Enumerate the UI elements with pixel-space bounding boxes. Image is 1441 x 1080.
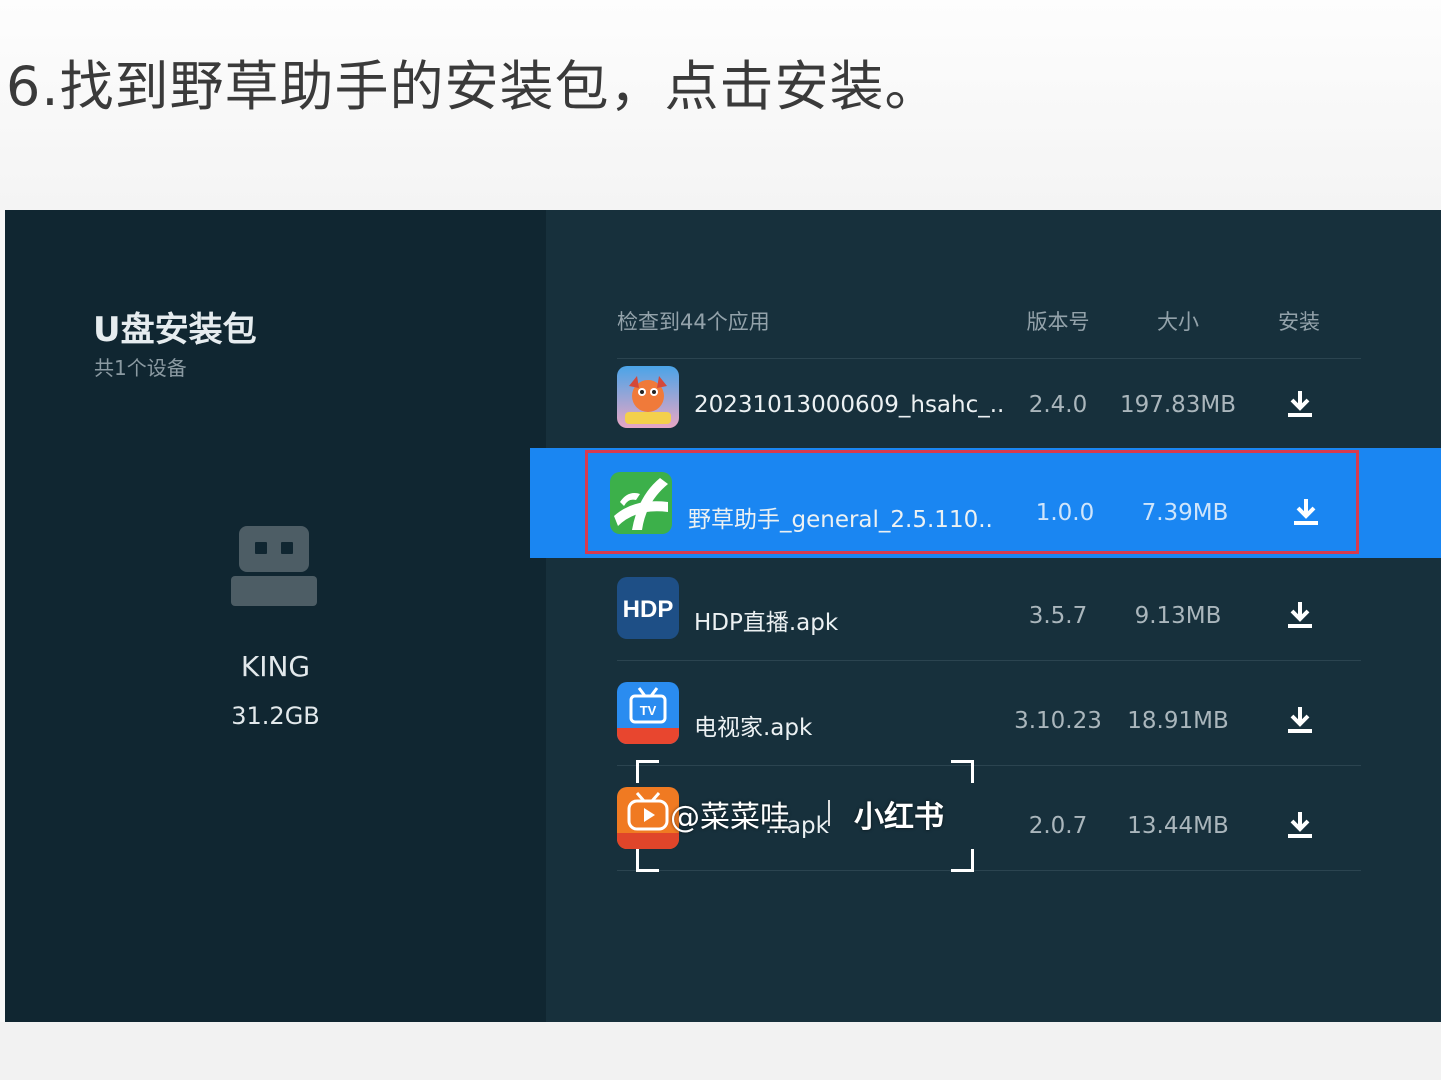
download-icon[interactable] <box>1286 705 1314 735</box>
install-header: 安装 <box>1278 310 1320 334</box>
svg-text:TV: TV <box>640 703 657 718</box>
app-row[interactable]: 20231013000609_hsahc_.. 2.4.0 197.83MB <box>5 344 1441 448</box>
app-version: 3.5.7 <box>1028 603 1088 629</box>
game-app-icon <box>617 366 679 428</box>
app-row[interactable]: TV 电视家.apk 3.10.23 18.91MB <box>5 660 1441 764</box>
app-count-header: 检查到44个应用 <box>617 310 770 334</box>
app-size: 18.91MB <box>1127 708 1229 734</box>
size-header: 大小 <box>1157 310 1199 334</box>
app-version: 2.0.7 <box>1028 813 1088 839</box>
watermark: @菜菜哇 小红书 <box>632 760 978 872</box>
download-icon[interactable] <box>1286 600 1314 630</box>
page-footer <box>0 1022 1441 1080</box>
instruction-caption: 6.找到野草助手的安装包，点击安装。 <box>6 55 940 118</box>
version-header: 版本号 <box>1026 310 1090 334</box>
page-header: 6.找到野草助手的安装包，点击安装。 <box>0 0 1441 210</box>
app-size: 9.13MB <box>1134 603 1222 629</box>
highlight-frame <box>585 450 1359 554</box>
download-icon[interactable] <box>1286 389 1314 419</box>
app-name: HDP直播.apk <box>694 610 839 636</box>
watermark-brand: 小红书 <box>854 800 944 835</box>
app-name: 电视家.apk <box>694 715 813 741</box>
app-size: 197.83MB <box>1119 392 1237 418</box>
app-version: 2.4.0 <box>1028 392 1088 418</box>
app-name: 20231013000609_hsahc_.. <box>694 392 1005 418</box>
dianshijia-app-icon: TV <box>617 682 679 744</box>
app-size: 13.44MB <box>1127 813 1229 839</box>
hdp-app-icon: HDP <box>617 577 679 639</box>
tv-screen: U盘安装包 共1个设备 KING 31.2GB 检查到44个应用 版本号 大小 … <box>5 210 1441 1022</box>
download-icon[interactable] <box>1286 810 1314 840</box>
svg-text:HDP: HDP <box>623 596 674 623</box>
watermark-user: @菜菜哇 <box>670 800 790 835</box>
app-row[interactable]: HDP HDP直播.apk 3.5.7 9.13MB <box>5 555 1441 659</box>
app-version: 3.10.23 <box>1014 708 1102 734</box>
